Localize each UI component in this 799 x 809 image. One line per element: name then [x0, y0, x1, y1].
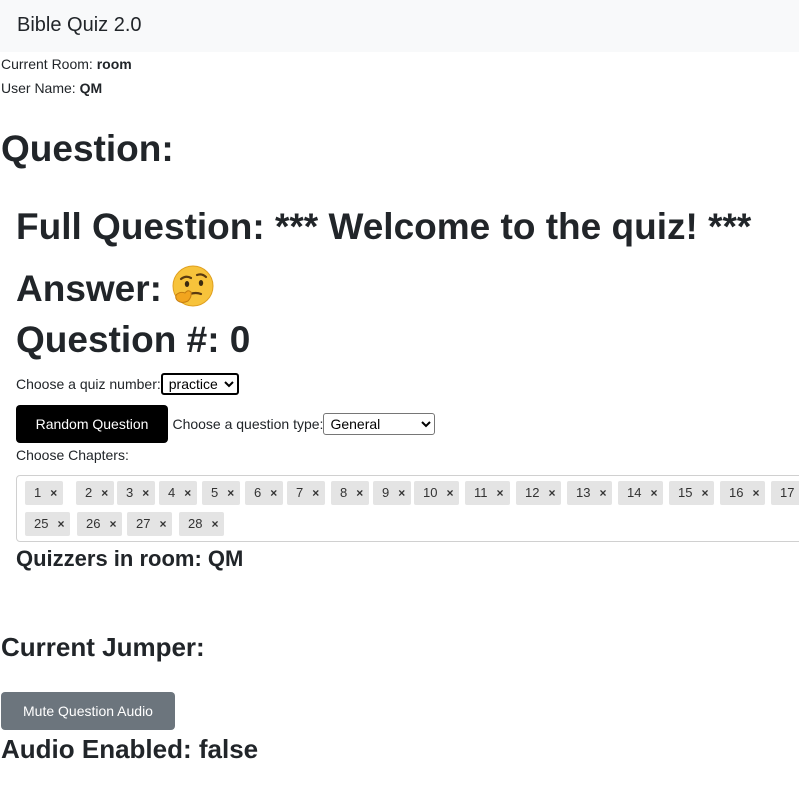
chapter-chip-label: 9: [382, 485, 390, 500]
remove-chip-icon[interactable]: ×: [398, 486, 405, 500]
remove-chip-icon[interactable]: ×: [270, 486, 277, 500]
chapter-chip-label: 13: [576, 485, 591, 500]
user-name: User Name: QM: [1, 80, 102, 96]
thinking-face-icon: [172, 265, 214, 307]
remove-chip-icon[interactable]: ×: [159, 517, 166, 531]
full-question: Full Question: *** Welcome to the quiz! …: [16, 206, 752, 247]
user-value: QM: [79, 80, 103, 96]
remove-chip-icon[interactable]: ×: [446, 486, 453, 500]
navbar: Bible Quiz 2.0: [0, 0, 799, 52]
chapter-chip[interactable]: 9 ×: [373, 481, 412, 505]
random-question-button[interactable]: Random Question: [16, 405, 168, 443]
chapter-chip-label: 12: [525, 485, 540, 500]
question-number: Question #: 0: [16, 319, 251, 360]
user-label: User Name:: [1, 80, 76, 96]
remove-chip-icon[interactable]: ×: [211, 517, 218, 531]
chapter-chip[interactable]: 11 ×: [465, 481, 510, 505]
remove-chip-icon[interactable]: ×: [312, 486, 319, 500]
remove-chip-icon[interactable]: ×: [497, 486, 504, 500]
chapter-chip-label: 10: [423, 485, 438, 500]
remove-chip-icon[interactable]: ×: [57, 517, 64, 531]
room-value: room: [96, 56, 132, 72]
answer-label: Answer:: [16, 268, 162, 309]
room-label: Current Room:: [1, 56, 93, 72]
chapter-chip-label: 15: [678, 485, 693, 500]
chapter-chip[interactable]: 12 ×: [516, 481, 562, 505]
chapter-chip[interactable]: 26 ×: [77, 512, 123, 536]
chapter-chip[interactable]: 13 ×: [567, 481, 613, 505]
random-row: Random Question Choose a question type: …: [16, 405, 436, 443]
remove-chip-icon[interactable]: ×: [356, 486, 363, 500]
remove-chip-icon[interactable]: ×: [184, 486, 191, 500]
chapter-chip[interactable]: 10 ×: [414, 481, 460, 505]
chapter-chip-label: 3: [126, 485, 134, 500]
app-title[interactable]: Bible Quiz 2.0: [17, 14, 142, 37]
quiz-number-select[interactable]: practice: [160, 373, 239, 395]
remove-chip-icon[interactable]: ×: [142, 486, 149, 500]
chapter-chip-label: 11: [474, 485, 488, 500]
current-room: Current Room: room: [1, 56, 132, 72]
chapter-chip[interactable]: 14 ×: [618, 481, 664, 505]
audio-enabled-status: Audio Enabled: false: [1, 734, 259, 764]
remove-chip-icon[interactable]: ×: [650, 486, 657, 500]
answer-line: Answer:: [16, 263, 216, 310]
chapter-chip-label: 2: [85, 485, 93, 500]
remove-chip-icon[interactable]: ×: [701, 486, 708, 500]
chapter-chip[interactable]: 3 ×: [117, 481, 156, 505]
chapter-chip[interactable]: 6 ×: [245, 481, 284, 505]
question-heading: Question:: [1, 128, 174, 169]
chapters-label: Choose Chapters:: [16, 447, 129, 463]
chapter-chip[interactable]: 7 ×: [287, 481, 326, 505]
quiz-number-label: Choose a quiz number:: [16, 376, 161, 392]
chapter-chip-label: 7: [296, 485, 304, 500]
chapter-chip-label: 28: [188, 516, 203, 531]
chapter-chip[interactable]: 27 ×: [127, 512, 173, 536]
chapter-chip-label: 25: [34, 516, 49, 531]
chapter-chip[interactable]: 1 ×: [25, 481, 64, 505]
chapter-chip[interactable]: 15 ×: [669, 481, 715, 505]
quizzers-in-room: Quizzers in room: QM: [16, 546, 244, 571]
remove-chip-icon[interactable]: ×: [548, 486, 555, 500]
remove-chip-icon[interactable]: ×: [101, 486, 108, 500]
chapter-chip-label: 14: [627, 485, 642, 500]
chapter-chip-label: 17: [780, 485, 795, 500]
question-type-select[interactable]: General: [323, 413, 436, 435]
chapter-chip[interactable]: 17×: [771, 481, 799, 505]
remove-chip-icon[interactable]: ×: [109, 517, 116, 531]
remove-chip-icon[interactable]: ×: [752, 486, 759, 500]
chapter-chip[interactable]: 8 ×: [331, 481, 370, 505]
chapter-chip-label: 26: [86, 516, 101, 531]
remove-chip-icon[interactable]: ×: [50, 486, 57, 500]
chapter-chip-label: 8: [340, 485, 348, 500]
chapter-chip-label: 5: [211, 485, 219, 500]
chapter-chip-label: 6: [254, 485, 262, 500]
quiz-number-row: Choose a quiz number: practice: [16, 373, 239, 395]
mute-audio-button[interactable]: Mute Question Audio: [1, 692, 175, 730]
chapter-chip-label: 1: [34, 485, 42, 500]
chapter-chip[interactable]: 2 ×: [76, 481, 115, 505]
chapter-chip[interactable]: 4 ×: [159, 481, 198, 505]
remove-chip-icon[interactable]: ×: [227, 486, 234, 500]
current-jumper: Current Jumper:: [1, 632, 205, 662]
question-type-label: Choose a question type:: [172, 416, 324, 432]
chapter-chip-label: 16: [729, 485, 744, 500]
chapters-multiselect[interactable]: 1 × 2 × 3 × 4 × 5 × 6 × 7 × 8 × 9 × 10 × 11 × 12 × 13 × 14 × 15 × 16 × 1…: [16, 475, 799, 542]
remove-chip-icon[interactable]: ×: [599, 486, 606, 500]
chapter-chip[interactable]: 28 ×: [179, 512, 225, 536]
chapter-chip[interactable]: 5 ×: [202, 481, 241, 505]
chapter-chip[interactable]: 25 ×: [25, 512, 71, 536]
chapter-chip-label: 4: [168, 485, 176, 500]
chapter-chip[interactable]: 16 ×: [720, 481, 766, 505]
chapter-chip-label: 27: [136, 516, 151, 531]
